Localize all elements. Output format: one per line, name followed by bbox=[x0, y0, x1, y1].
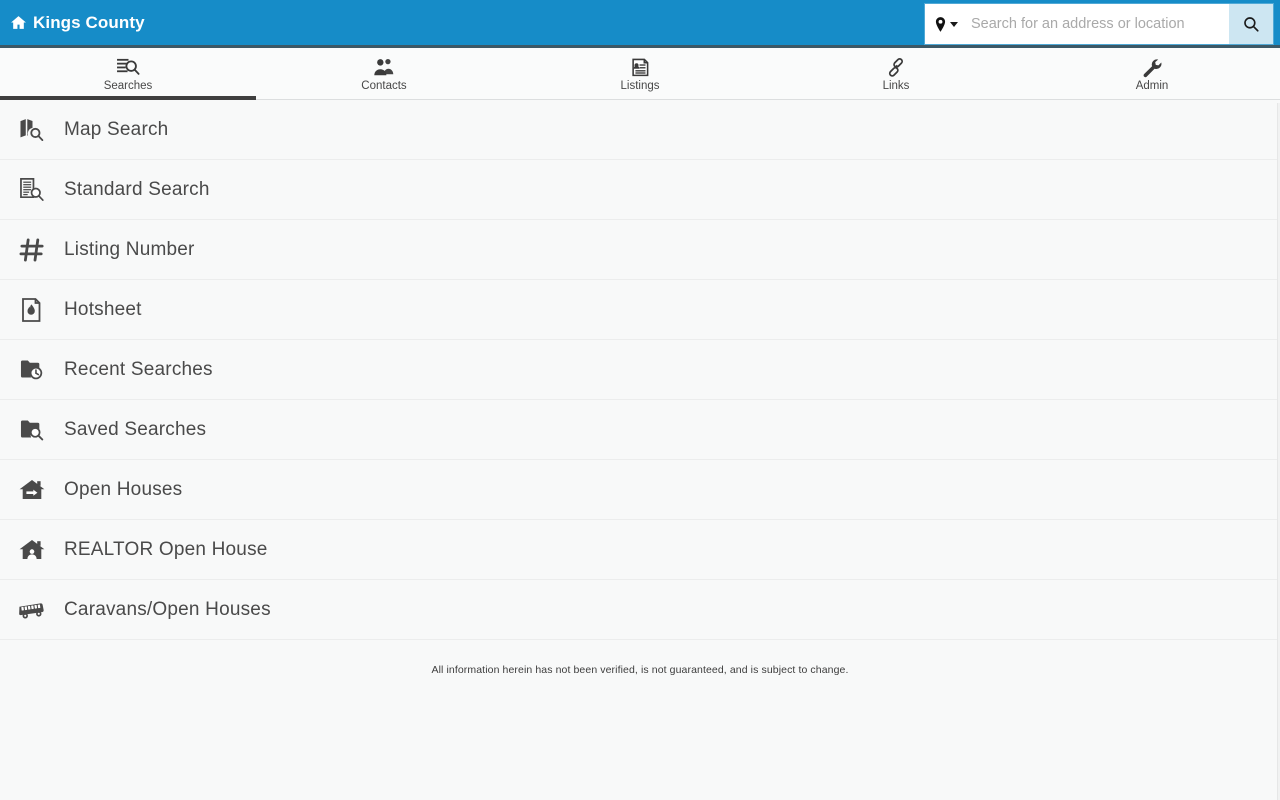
location-search-bar bbox=[925, 4, 1273, 44]
menu-item-listing-number[interactable]: Listing Number bbox=[0, 220, 1280, 280]
menu-item-caravans-open-houses[interactable]: Caravans/Open Houses bbox=[0, 580, 1280, 640]
map-search-icon bbox=[0, 117, 64, 142]
tab-searches[interactable]: Searches bbox=[0, 48, 256, 100]
menu-item-realtor-open-house[interactable]: REALTOR Open House bbox=[0, 520, 1280, 580]
chevron-down-icon bbox=[950, 21, 958, 27]
tab-label: Listings bbox=[620, 79, 660, 92]
menu-item-standard-search[interactable]: Standard Search bbox=[0, 160, 1280, 220]
tab-listings[interactable]: Listings bbox=[512, 48, 768, 99]
menu-item-label: REALTOR Open House bbox=[64, 538, 268, 560]
menu-item-label: Listing Number bbox=[64, 238, 195, 260]
home-icon bbox=[10, 14, 27, 31]
footer: All information herein has not been veri… bbox=[0, 640, 1280, 676]
map-pin-icon bbox=[935, 16, 946, 32]
tab-admin[interactable]: Admin bbox=[1024, 48, 1280, 99]
tab-label: Searches bbox=[103, 79, 153, 92]
listing-document-icon bbox=[629, 57, 651, 79]
hash-icon bbox=[0, 237, 64, 263]
house-person-icon bbox=[0, 538, 64, 562]
search-submit-button[interactable] bbox=[1229, 4, 1273, 44]
search-icon bbox=[1244, 17, 1259, 32]
search-scope-selector[interactable] bbox=[925, 4, 965, 44]
people-icon bbox=[373, 57, 395, 79]
list-search-icon bbox=[116, 57, 140, 79]
folder-search-icon bbox=[0, 417, 64, 442]
primary-nav-tabs: Searches Contacts Listings Links Admin bbox=[0, 48, 1280, 100]
search-input[interactable] bbox=[965, 4, 1229, 44]
menu-item-label: Recent Searches bbox=[64, 358, 213, 380]
brand-title: Kings County bbox=[33, 12, 145, 32]
house-arrow-icon bbox=[0, 478, 64, 502]
menu-item-saved-searches[interactable]: Saved Searches bbox=[0, 400, 1280, 460]
tab-links[interactable]: Links bbox=[768, 48, 1024, 99]
disclaimer-text: All information herein has not been veri… bbox=[431, 664, 849, 676]
chain-link-icon bbox=[885, 57, 907, 79]
tab-label: Admin bbox=[1135, 79, 1169, 92]
menu-item-recent-searches[interactable]: Recent Searches bbox=[0, 340, 1280, 400]
menu-item-hotsheet[interactable]: Hotsheet bbox=[0, 280, 1280, 340]
tab-contacts[interactable]: Contacts bbox=[256, 48, 512, 99]
app-header: Kings County bbox=[0, 0, 1280, 48]
menu-item-label: Caravans/Open Houses bbox=[64, 598, 271, 620]
menu-item-label: Standard Search bbox=[64, 178, 210, 200]
folder-clock-icon bbox=[0, 357, 64, 382]
menu-item-label: Open Houses bbox=[64, 478, 183, 500]
flame-document-icon bbox=[0, 297, 64, 323]
document-search-icon bbox=[0, 177, 64, 202]
menu-item-label: Hotsheet bbox=[64, 298, 142, 320]
searches-menu-list: Map Search Standard Search Listing Numbe… bbox=[0, 100, 1280, 640]
brand: Kings County bbox=[0, 13, 145, 33]
tab-label: Links bbox=[882, 79, 910, 92]
wrench-icon bbox=[1141, 57, 1163, 79]
menu-item-open-houses[interactable]: Open Houses bbox=[0, 460, 1280, 520]
menu-item-map-search[interactable]: Map Search bbox=[0, 100, 1280, 160]
tab-label: Contacts bbox=[361, 79, 407, 92]
bus-icon bbox=[0, 600, 64, 620]
menu-item-label: Saved Searches bbox=[64, 418, 207, 440]
menu-item-label: Map Search bbox=[64, 118, 169, 140]
